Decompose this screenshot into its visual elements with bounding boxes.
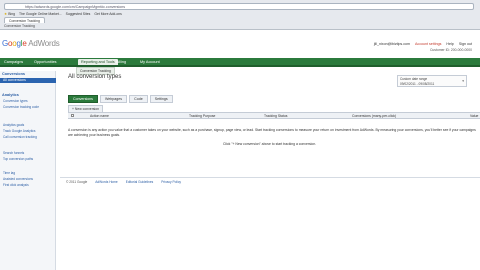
- sidebar-link[interactable]: Conversion tracking code: [3, 105, 39, 109]
- sidebar-link[interactable]: Top conversion paths: [3, 157, 33, 161]
- address-bar[interactable]: https://adwords.google.com/cm/CampaignMg…: [4, 3, 474, 10]
- star-icon: ★: [4, 11, 8, 16]
- date-label: Custom date range: [400, 77, 428, 81]
- main-nav: Campaigns Opportunities Reporting and To…: [0, 58, 480, 67]
- column-conversions[interactable]: Conversions (many-per-click): [352, 114, 396, 118]
- sidebar: Conversions All conversions Analytics Co…: [0, 71, 56, 270]
- bookmark-item[interactable]: Suggested Sites: [66, 12, 91, 16]
- select-all-checkbox[interactable]: [71, 114, 74, 117]
- customer-id: Customer ID: 200-000-0000: [429, 48, 472, 52]
- empty-state-description: A conversion is any action you value tha…: [68, 128, 476, 137]
- page-title: All conversion types: [68, 74, 122, 80]
- column-tracking-purpose[interactable]: Tracking Purpose: [189, 114, 215, 118]
- nav-my-account[interactable]: My Account: [140, 60, 160, 64]
- browser-tabs: Conversion Tracking: [4, 17, 45, 23]
- empty-state-instruction: Click "+ New conversion" above to start …: [223, 142, 317, 146]
- tab-settings[interactable]: Settings: [149, 95, 173, 103]
- account-settings-link[interactable]: Account settings: [415, 42, 441, 46]
- account-links: jill_nixon@ibiztips.com Account settings…: [374, 42, 472, 46]
- tab-code[interactable]: Code: [129, 95, 148, 103]
- date-range-selector[interactable]: Custom date range 09/02/2011 - 09/08/201…: [397, 75, 467, 87]
- nav-billing[interactable]: Billing: [116, 60, 126, 64]
- nav-opportunities[interactable]: Opportunities: [34, 60, 57, 64]
- nav-campaigns[interactable]: Campaigns: [4, 60, 23, 64]
- bookmark-item[interactable]: ★ Bing: [4, 12, 15, 16]
- browser-chrome: https://adwords.google.com/cm/CampaignMg…: [0, 0, 480, 30]
- date-range-value: 09/02/2011 - 09/08/2011: [400, 82, 435, 86]
- sidebar-link[interactable]: Call conversion tracking: [3, 135, 37, 139]
- chevron-down-icon: ▾: [462, 79, 464, 83]
- url-text: https://adwords.google.com/cm/CampaignMg…: [25, 5, 126, 9]
- sidebar-heading: Conversions: [2, 72, 25, 76]
- footer-link-adwords-home[interactable]: AdWords Home: [95, 180, 117, 184]
- footer-link-privacy-policy[interactable]: Privacy Policy: [161, 180, 181, 184]
- user-email: jill_nixon@ibiztips.com: [373, 42, 411, 46]
- page-label: Conversion Tracking: [4, 24, 35, 28]
- column-action-name[interactable]: Action name: [90, 114, 109, 118]
- footer-link-editorial-guidelines[interactable]: Editorial Guidelines: [126, 180, 153, 184]
- content-tabs: Conversions Webpages Code Settings: [68, 95, 173, 103]
- bookmarks-bar: ★ Bing The Google Online Market... Sugges…: [4, 11, 122, 16]
- tab-webpages[interactable]: Webpages: [99, 95, 128, 103]
- bookmark-item[interactable]: Get More Add-ons: [94, 12, 122, 16]
- sidebar-link[interactable]: First click analysis: [3, 183, 29, 187]
- sidebar-link[interactable]: Track Google Analytics: [3, 129, 35, 133]
- footer-divider: [60, 177, 480, 178]
- nav-reporting-tools[interactable]: Reporting and Tools: [78, 59, 118, 65]
- footer: © 2011 Google AdWords Home Editorial Gui…: [66, 180, 181, 184]
- column-value[interactable]: Value: [470, 114, 478, 118]
- help-link[interactable]: Help: [446, 42, 453, 46]
- adwords-logo[interactable]: Google AdWords: [2, 39, 60, 48]
- sidebar-link[interactable]: Analytics goals: [3, 123, 24, 127]
- sidebar-link[interactable]: Search funnels: [3, 151, 24, 155]
- column-tracking-status[interactable]: Tracking Status: [264, 114, 287, 118]
- sidebar-link[interactable]: Assisted conversions: [3, 177, 33, 181]
- browser-tab[interactable]: Conversion Tracking: [4, 17, 45, 23]
- signout-link[interactable]: Sign out: [459, 42, 472, 46]
- sidebar-link[interactable]: Time lag: [3, 171, 15, 175]
- tab-conversions[interactable]: Conversions: [68, 95, 98, 103]
- bookmark-item[interactable]: The Google Online Market...: [19, 12, 62, 16]
- conversions-table-header: Action name Tracking Purpose Tracking St…: [68, 112, 480, 119]
- sidebar-heading-analytics: Analytics: [2, 93, 19, 97]
- copyright: © 2011 Google: [66, 180, 88, 184]
- sidebar-item-all-conversions[interactable]: All conversions: [0, 78, 56, 83]
- sidebar-link[interactable]: Conversion types: [3, 99, 28, 103]
